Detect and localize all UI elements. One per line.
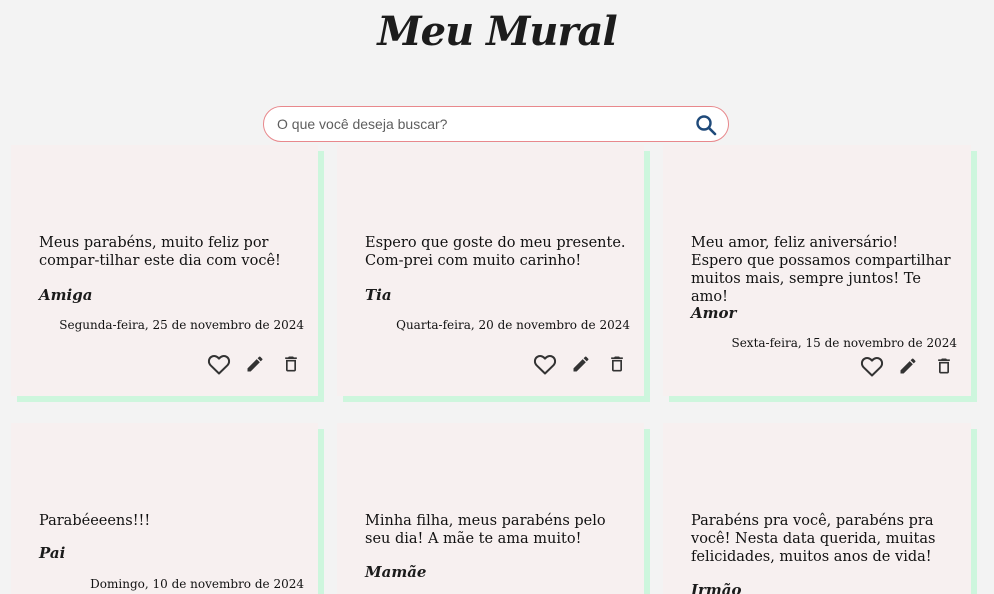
message-text: Meu amor, feliz aniversário! Espero que … <box>691 235 951 305</box>
page-title: Meu Mural <box>377 8 617 55</box>
author-name: Pai <box>39 544 66 562</box>
trash-icon <box>938 358 950 374</box>
author-name: Amor <box>691 304 737 322</box>
pencil-icon <box>573 356 589 372</box>
message-card: Meu amor, feliz aniversário! Espero que … <box>663 145 971 396</box>
message-card: Espero que goste do meu presente. Com-pr… <box>337 145 644 396</box>
message-text: Espero que goste do meu presente. Com-pr… <box>365 235 626 269</box>
message-date: Sexta-feira, 15 de novembro de 2024 <box>731 336 957 350</box>
message-date: Domingo, 10 de novembro de 2024 <box>90 577 304 591</box>
search-input[interactable] <box>277 107 677 141</box>
card-actions <box>859 353 957 379</box>
author-name: Amiga <box>39 286 93 304</box>
trash-icon <box>611 356 623 372</box>
edit-button[interactable] <box>242 351 268 377</box>
search-icon[interactable] <box>694 113 718 137</box>
edit-button[interactable] <box>568 351 594 377</box>
heart-icon <box>207 355 231 375</box>
message-card: Parabéns pra você, parabéns pra você! Ne… <box>663 423 971 594</box>
like-button[interactable] <box>859 353 885 379</box>
message-date: Segunda-feira, 25 de novembro de 2024 <box>59 318 304 332</box>
message-text: Minha filha, meus parabéns pelo seu dia!… <box>365 513 606 547</box>
card-actions <box>532 351 630 377</box>
message-card: Minha filha, meus parabéns pelo seu dia!… <box>337 423 644 594</box>
author-name: Tia <box>365 286 392 304</box>
like-button[interactable] <box>206 351 232 377</box>
edit-button[interactable] <box>895 353 921 379</box>
search-bar <box>263 106 729 142</box>
message-card: Parabéeeens!!! Pai Domingo, 10 de novemb… <box>11 423 318 594</box>
message-card: Meus parabéns, muito feliz por compar-ti… <box>11 145 318 396</box>
card-actions <box>206 351 304 377</box>
like-button[interactable] <box>532 351 558 377</box>
pencil-icon <box>247 356 263 372</box>
heart-icon <box>533 355 557 375</box>
delete-button[interactable] <box>931 353 957 379</box>
delete-button[interactable] <box>278 351 304 377</box>
author-name: Irmão <box>691 581 742 594</box>
heart-icon <box>860 357 884 377</box>
trash-icon <box>285 356 297 372</box>
message-text: Meus parabéns, muito feliz por compar-ti… <box>39 235 281 269</box>
message-text: Parabéns pra você, parabéns pra você! Ne… <box>691 513 936 565</box>
pencil-icon <box>900 358 916 374</box>
author-name: Mamãe <box>365 563 427 581</box>
message-text: Parabéeeens!!! <box>39 513 151 529</box>
delete-button[interactable] <box>604 351 630 377</box>
message-date: Quarta-feira, 20 de novembro de 2024 <box>396 318 630 332</box>
